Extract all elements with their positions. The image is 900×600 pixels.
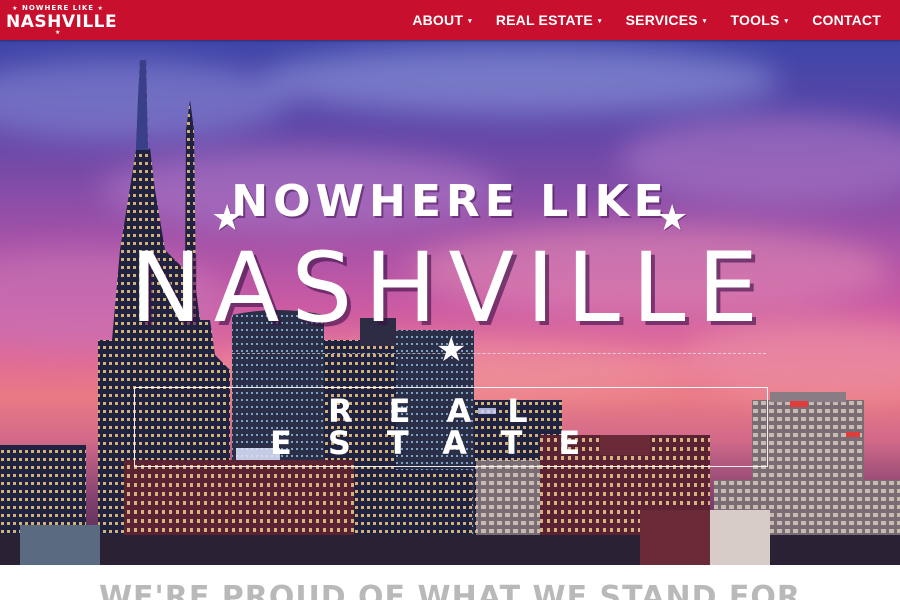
chevron-down-icon: ▾: [784, 18, 789, 25]
hero-kicker: NOWHERE LIKE: [231, 176, 669, 227]
logo-tagline: ★ NOWHERE LIKE ★: [12, 4, 104, 12]
main-nav: ABOUT ▾ REAL ESTATE ▾ SERVICES ▾ TOOLS ▾…: [412, 0, 900, 40]
logo-star-icon: ★: [97, 5, 104, 12]
logo-star-icon: ★: [55, 29, 61, 36]
hero-subtitle-line2: ESTATE: [270, 424, 617, 462]
chevron-down-icon: ▾: [702, 18, 707, 25]
star-icon: ★: [436, 330, 467, 370]
site-header: ★ NOWHERE LIKE ★ NASHVILLE ★ ABOUT ▾ REA…: [0, 0, 900, 40]
section-title: WE'RE PROUD OF WHAT WE STAND FOR: [98, 580, 802, 600]
nav-item-real-estate[interactable]: REAL ESTATE ▾: [496, 12, 602, 28]
hero-title: NASHVILLE: [129, 232, 771, 344]
nav-item-tools[interactable]: TOOLS ▾: [731, 12, 789, 28]
divider: [232, 353, 766, 354]
chevron-down-icon: ▾: [468, 18, 472, 25]
nav-item-contact[interactable]: CONTACT: [812, 12, 881, 28]
nav-item-about[interactable]: ABOUT ▾: [412, 12, 472, 28]
site-logo[interactable]: ★ NOWHERE LIKE ★ NASHVILLE ★: [6, 3, 117, 37]
nav-item-services[interactable]: SERVICES ▾: [626, 12, 707, 28]
logo-star-icon: ★: [12, 5, 19, 12]
hero-banner: NOWHERE LIKE ★ ★ NASHVILLE ★ REAL ESTATE: [0, 40, 900, 565]
chevron-down-icon: ▾: [597, 18, 602, 25]
